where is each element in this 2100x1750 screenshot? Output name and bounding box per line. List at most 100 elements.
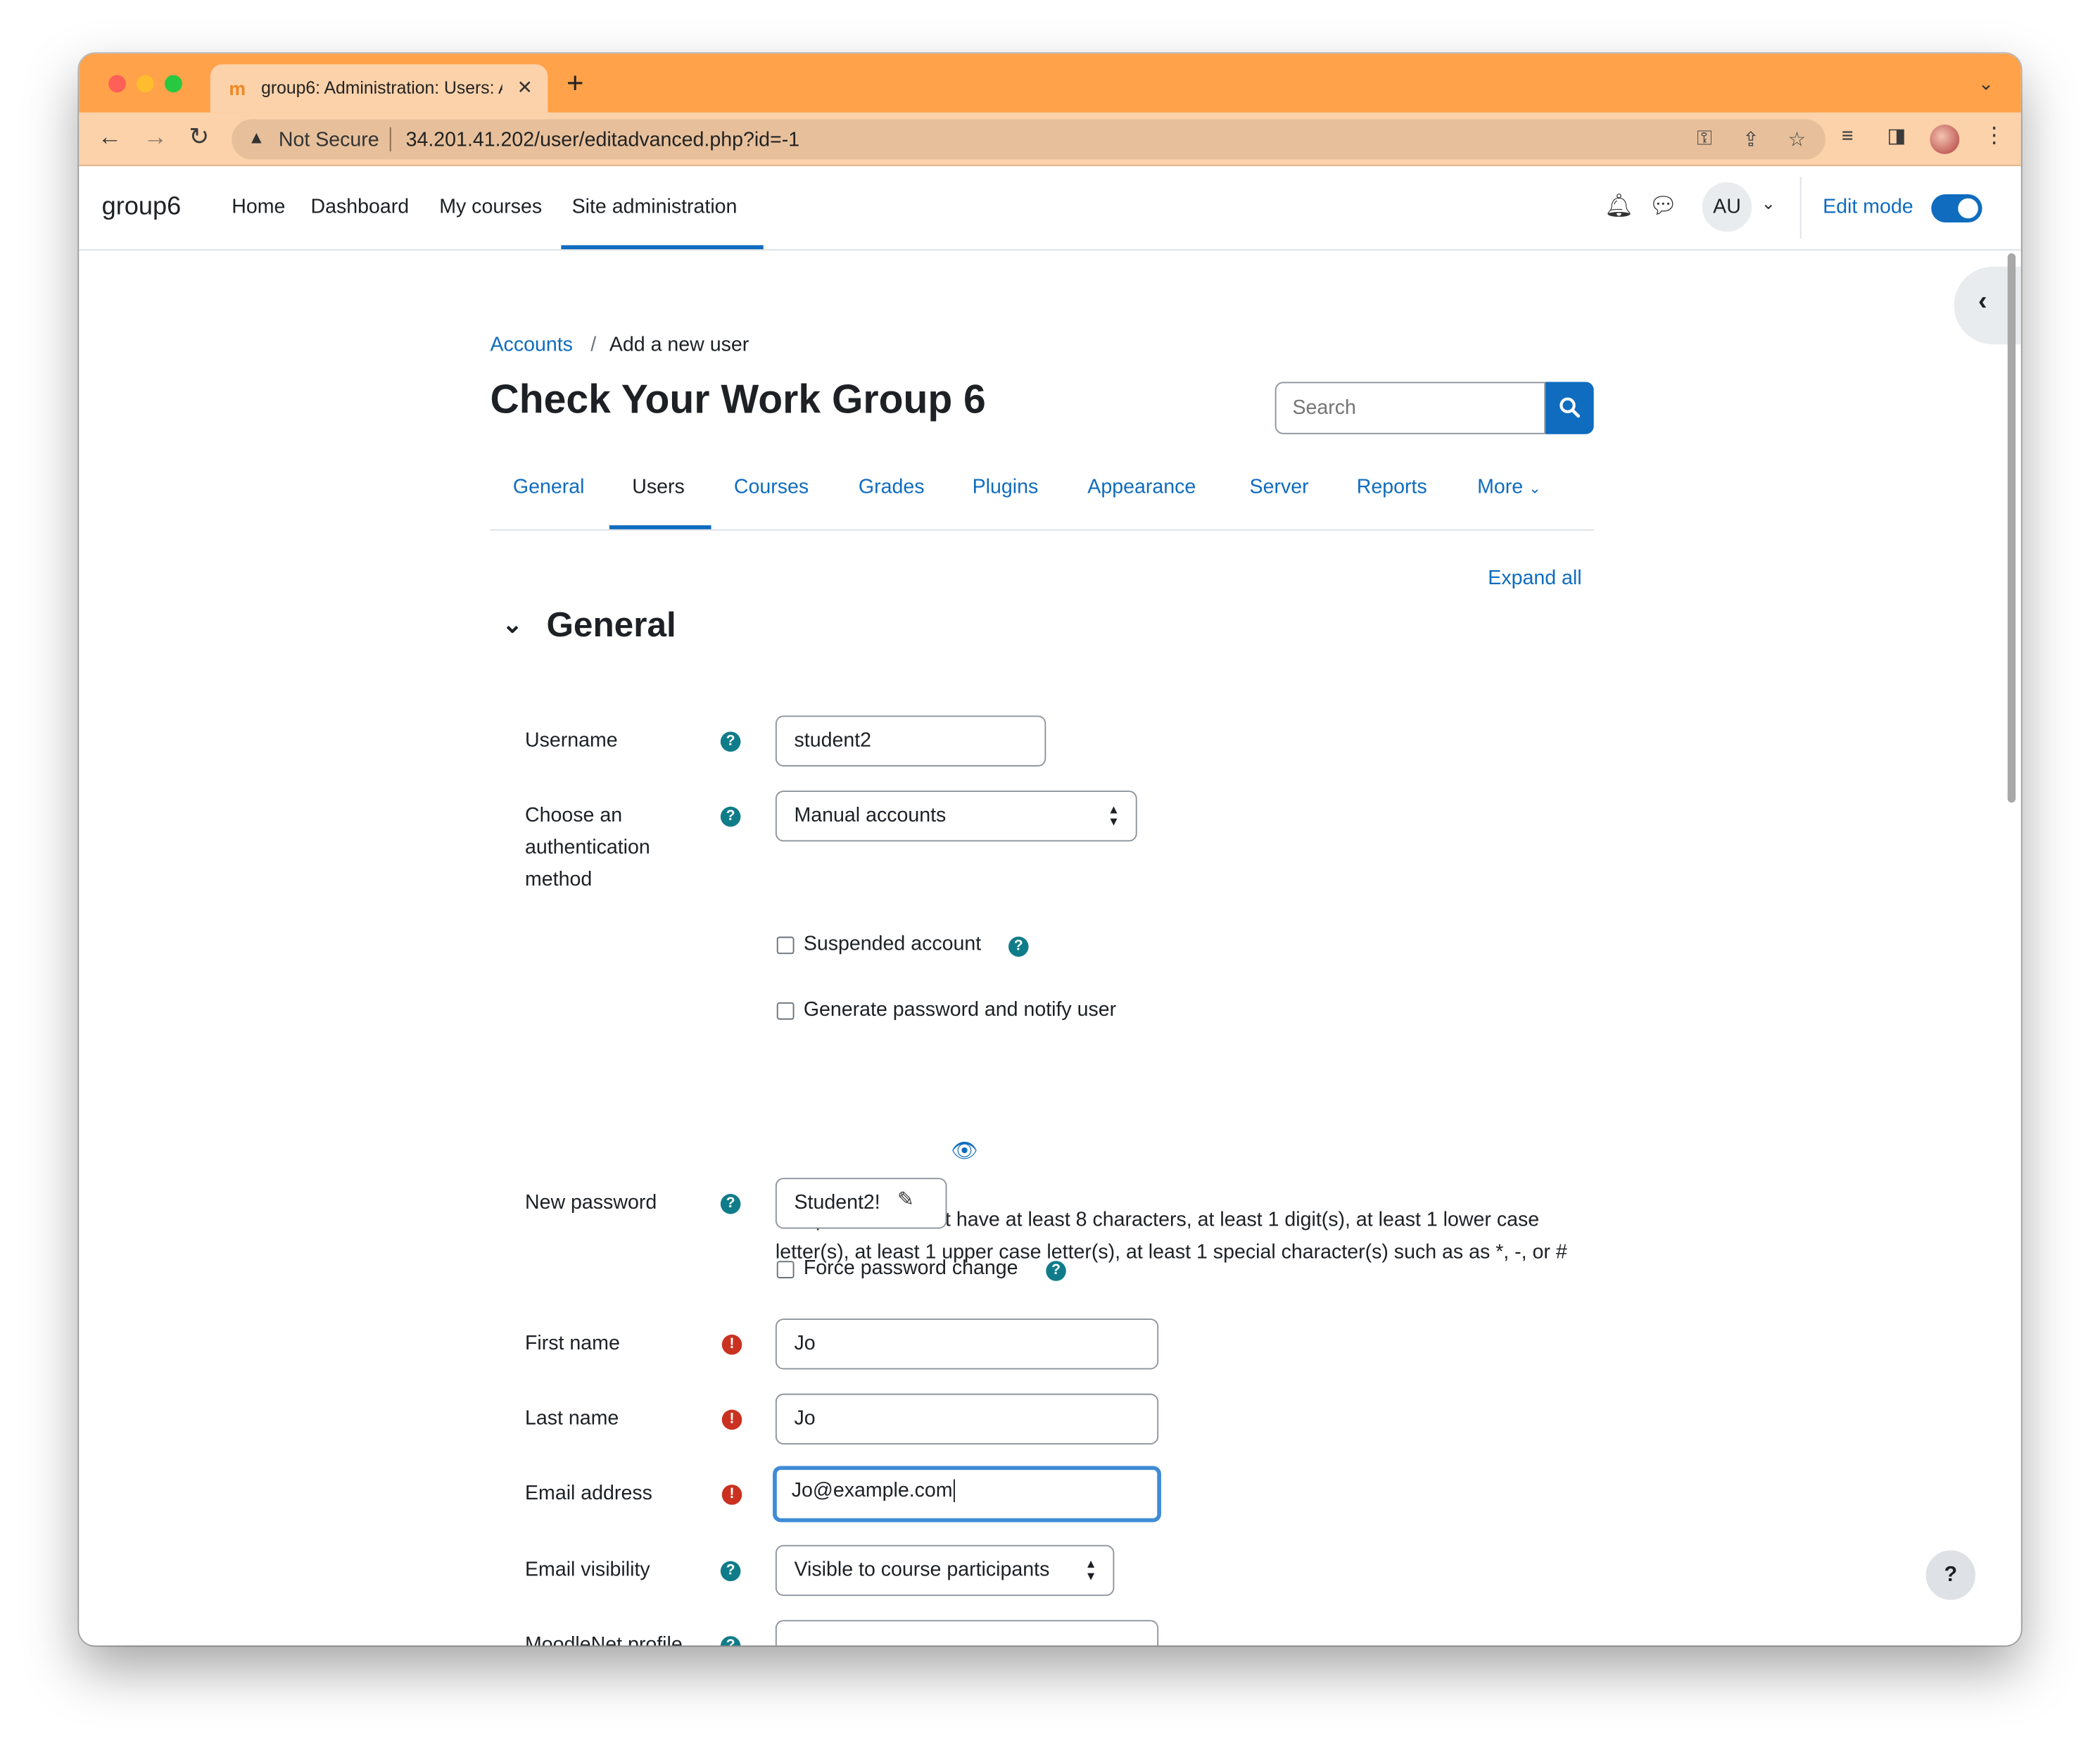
more-chevron-icon: ⌄ <box>1529 481 1541 498</box>
tab-users[interactable]: Users <box>632 476 685 498</box>
moodle-navbar: group6 Home Dashboard My courses Site ad… <box>79 166 2021 251</box>
browser-tab[interactable]: m group6: Administration: Users: Account… <box>210 64 548 113</box>
nav-dashboard-link[interactable]: Dashboard <box>311 196 410 218</box>
tab-general[interactable]: General <box>513 476 585 498</box>
tab-server[interactable]: Server <box>1250 476 1309 498</box>
side-panel-icon[interactable]: ◨ <box>1887 123 1906 150</box>
close-window-button[interactable] <box>108 75 126 93</box>
forward-arrow-icon[interactable]: → <box>144 123 167 150</box>
reveal-password-eye-icon[interactable]: 👁︎ <box>951 1138 978 1164</box>
auth-method-select[interactable]: Manual accounts ▲ ▼ <box>775 791 1137 842</box>
force-password-change-help-icon[interactable]: ? <box>1046 1261 1066 1281</box>
key-icon[interactable]: ⚿ <box>1697 127 1712 150</box>
not-secure-label[interactable]: Not Secure <box>279 129 379 151</box>
browser-toolbar: ← → ↻ ▲ Not Secure 34.201.41.202/user/ed… <box>79 112 2021 167</box>
browser-menu-icon[interactable]: ⋮ <box>1983 123 2004 150</box>
required-exclamation-icon: ! <box>721 1409 742 1430</box>
email-visibility-value: Visible to course participants <box>794 1558 1050 1582</box>
page-title: Check Your Work Group 6 <box>490 377 986 422</box>
text-cursor <box>954 1479 956 1502</box>
nav-site-administration-link[interactable]: Site administration <box>572 196 738 218</box>
profile-avatar-icon[interactable] <box>1930 125 1960 154</box>
moodle-favicon-icon: m <box>229 77 246 99</box>
new-tab-button[interactable]: + <box>567 68 583 97</box>
edit-mode-toggle[interactable] <box>1931 194 1982 222</box>
username-field[interactable]: student2 <box>775 715 1046 767</box>
nav-active-indicator <box>561 245 764 250</box>
new-password-label: New password <box>524 1191 657 1214</box>
search-input[interactable] <box>1274 382 1546 434</box>
tab-courses[interactable]: Courses <box>734 476 809 498</box>
suspended-checkbox[interactable] <box>776 936 795 955</box>
bookmark-star-icon[interactable]: ☆ <box>1788 127 1807 151</box>
toggle-knob <box>1958 198 1978 219</box>
moodlenet-help-icon[interactable]: ? <box>720 1636 741 1646</box>
active-tab-indicator <box>609 525 711 529</box>
url-text[interactable]: 34.201.41.202/user/editadvanced.php?id=-… <box>406 129 799 151</box>
last-name-field[interactable]: Jo <box>775 1393 1159 1444</box>
search-button[interactable] <box>1545 382 1594 434</box>
section-collapse-chevron-icon[interactable]: ⌄ <box>502 611 523 639</box>
expand-all-link[interactable]: Expand all <box>1488 567 1581 589</box>
browser-window: m group6: Administration: Users: Account… <box>79 53 2021 1646</box>
generate-password-label[interactable]: Generate password and notify user <box>804 998 1116 1021</box>
tab-more-label: More <box>1477 475 1524 499</box>
navbar-divider <box>1799 177 1802 239</box>
help-question-button[interactable]: ? <box>1925 1550 1976 1600</box>
breadcrumb-accounts-link[interactable]: Accounts <box>491 334 573 356</box>
required-exclamation-icon: ! <box>721 1485 742 1505</box>
auth-method-help-icon[interactable]: ? <box>720 806 741 827</box>
user-menu-chevron-icon[interactable]: ⌄ <box>1761 193 1776 214</box>
share-icon[interactable]: ⇪ <box>1742 127 1759 151</box>
tab-search-chevron-icon[interactable]: ⌄ <box>1978 73 1994 95</box>
force-password-change-checkbox[interactable] <box>776 1261 795 1278</box>
required-exclamation-icon: ! <box>721 1334 742 1355</box>
reload-icon[interactable]: ↻ <box>189 123 209 150</box>
address-separator <box>389 127 391 152</box>
pencil-edit-icon[interactable]: ✎ <box>897 1189 914 1211</box>
nav-my-courses-link[interactable]: My courses <box>439 196 542 218</box>
page-scrollbar[interactable] <box>2007 253 2016 803</box>
auth-method-label: Choose an authentication method <box>524 804 650 891</box>
tab-close-icon[interactable]: ✕ <box>517 77 533 99</box>
breadcrumb-current: Add a new user <box>609 333 749 357</box>
reading-list-icon[interactable]: ≡ <box>1842 123 1854 150</box>
minimize-window-button[interactable] <box>137 75 154 93</box>
user-avatar[interactable]: AU <box>1702 182 1752 232</box>
username-help-icon[interactable]: ? <box>720 731 741 752</box>
edit-mode-label[interactable]: Edit mode <box>1823 196 1914 218</box>
tab-appearance[interactable]: Appearance <box>1087 476 1196 498</box>
new-password-help-icon[interactable]: ? <box>720 1194 741 1214</box>
generate-password-checkbox[interactable] <box>776 1002 795 1020</box>
last-name-label: Last name <box>524 1406 619 1430</box>
select-arrows-icon: ▲ ▼ <box>1107 802 1120 829</box>
tab-plugins[interactable]: Plugins <box>973 476 1039 498</box>
email-visibility-select[interactable]: Visible to course participants ▲ ▼ <box>775 1544 1115 1597</box>
address-bar[interactable]: ▲ Not Secure 34.201.41.202/user/editadva… <box>232 119 1826 160</box>
section-general-heading[interactable]: General <box>546 604 676 646</box>
force-password-change-label[interactable]: Force password change <box>804 1257 1018 1280</box>
email-visibility-help-icon[interactable]: ? <box>720 1561 741 1582</box>
suspended-help-icon[interactable]: ? <box>1008 936 1029 957</box>
maximize-window-button[interactable] <box>165 75 182 93</box>
auth-method-value: Manual accounts <box>794 804 947 827</box>
email-visibility-label: Email visibility <box>524 1558 650 1582</box>
email-value: Jo@example.com <box>791 1479 953 1502</box>
back-arrow-icon[interactable]: ← <box>98 123 122 150</box>
suspended-label[interactable]: Suspended account <box>804 933 981 955</box>
browser-tab-strip: m group6: Administration: Users: Account… <box>79 53 2021 113</box>
messages-chat-icon[interactable]: 💬︎ <box>1649 193 1678 220</box>
notification-bell-icon[interactable]: 🔔︎ <box>1605 193 1633 220</box>
first-name-field[interactable]: Jo <box>775 1318 1159 1370</box>
tab-more[interactable]: More ⌄ <box>1477 476 1541 498</box>
nav-home-link[interactable]: Home <box>232 196 285 218</box>
site-brand[interactable]: group6 <box>102 193 182 222</box>
tab-grades[interactable]: Grades <box>859 476 925 498</box>
email-label: Email address <box>524 1482 652 1505</box>
page-content: ‹ Accounts / Add a new user Check Your W… <box>79 250 2021 1646</box>
email-field[interactable]: Jo@example.com <box>773 1466 1161 1523</box>
tab-reports[interactable]: Reports <box>1357 476 1427 498</box>
first-name-label: First name <box>524 1332 620 1355</box>
new-password-field[interactable]: Student2! ✎ <box>775 1178 947 1229</box>
moodlenet-field[interactable] <box>775 1620 1159 1646</box>
